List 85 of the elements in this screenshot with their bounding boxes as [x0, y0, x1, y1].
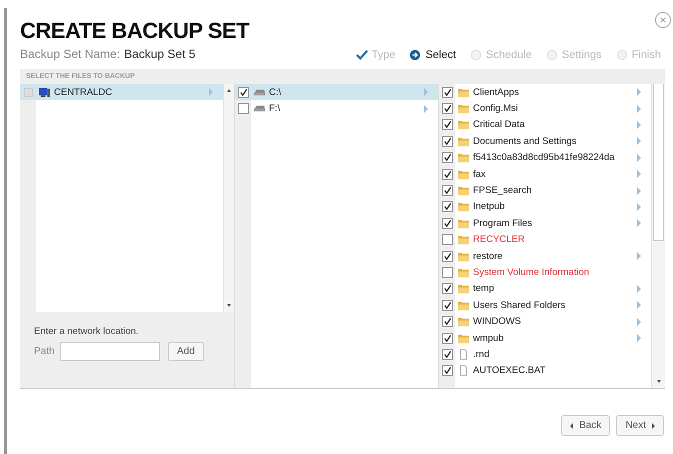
checkbox[interactable]: [442, 86, 452, 98]
file-item[interactable]: fax: [439, 166, 651, 182]
drive-item[interactable]: F:\: [235, 100, 438, 117]
folder-icon: [457, 168, 470, 180]
file-icon: [457, 348, 470, 360]
circle-icon: [470, 49, 482, 61]
checkbox[interactable]: [442, 103, 452, 114]
file-item[interactable]: f5413c0a83d8cd95b41fe98224da: [439, 150, 651, 166]
folder-icon: [457, 300, 470, 311]
wizard-step: Finish: [616, 49, 661, 61]
folder-icon: [457, 86, 470, 98]
check-icon: [356, 49, 368, 61]
wizard-step: Settings: [546, 49, 602, 61]
scrollbar[interactable]: [651, 84, 665, 388]
folder-icon: [457, 283, 470, 294]
checkbox[interactable]: [442, 365, 452, 376]
file-icon: [457, 365, 470, 376]
folder-icon: [457, 185, 470, 196]
scrollbar[interactable]: [223, 84, 234, 312]
file-item[interactable]: restore: [439, 248, 651, 264]
checkbox[interactable]: [442, 218, 452, 229]
checkbox[interactable]: [442, 136, 452, 147]
drive-icon: [253, 103, 266, 114]
arrow-circle-icon: [409, 49, 422, 61]
next-button[interactable]: Next: [616, 415, 664, 436]
back-button[interactable]: Back: [561, 415, 610, 436]
checkbox[interactable]: [442, 300, 452, 311]
computer-item[interactable]: CENTRALDC: [20, 84, 223, 100]
add-button[interactable]: Add: [168, 342, 204, 361]
folder-icon: [457, 152, 470, 164]
folder-icon: [457, 201, 470, 212]
circle-icon: [616, 49, 628, 61]
checkbox[interactable]: [442, 348, 452, 360]
checkbox[interactable]: [442, 119, 452, 130]
file-item[interactable]: Users Shared Folders: [439, 297, 651, 314]
checkbox[interactable]: [238, 86, 248, 98]
folder-icon: [457, 234, 470, 246]
dialog-title: CREATE BACKUP SET: [20, 18, 250, 44]
checkbox[interactable]: [442, 332, 452, 344]
folder-icon: [457, 218, 470, 229]
checkbox[interactable]: [442, 168, 452, 180]
checkbox[interactable]: [442, 266, 452, 278]
set-name-value: Backup Set 5: [124, 47, 196, 61]
network-prompt: Enter a network location.: [34, 326, 140, 337]
folder-icon: [457, 316, 470, 328]
file-item[interactable]: Inetpub: [439, 198, 651, 216]
file-item[interactable]: ClientApps: [439, 84, 651, 100]
file-item[interactable]: Documents and Settings: [439, 133, 651, 150]
collapse-icon: [24, 88, 32, 97]
expand-icon: [209, 88, 213, 96]
path-label: Path: [34, 346, 56, 357]
checkbox[interactable]: [442, 234, 452, 246]
checkbox[interactable]: [442, 201, 452, 212]
file-item[interactable]: WINDOWS: [439, 313, 651, 330]
file-item[interactable]: AUTOEXEC.BAT: [439, 362, 651, 380]
folder-icon: [457, 103, 470, 114]
path-field[interactable]: [60, 342, 160, 361]
set-name-label: Backup Set Name:: [20, 47, 120, 61]
computer-icon: [38, 86, 51, 98]
drive-item[interactable]: C:\: [235, 84, 438, 100]
checkbox[interactable]: [238, 103, 248, 114]
file-item[interactable]: RECYCLER: [439, 232, 651, 248]
wizard-step: Select: [409, 49, 456, 61]
folder-icon: [457, 266, 470, 278]
file-item[interactable]: System Volume Information: [439, 264, 651, 281]
file-item[interactable]: .rnd: [439, 346, 651, 363]
checkbox[interactable]: [442, 316, 452, 328]
file-item[interactable]: FPSE_search: [439, 182, 651, 199]
file-item[interactable]: Critical Data: [439, 116, 651, 134]
checkbox[interactable]: [442, 250, 452, 262]
checkbox[interactable]: [442, 283, 452, 294]
checkbox[interactable]: [442, 152, 452, 164]
wizard-step: Schedule: [470, 49, 532, 61]
file-item[interactable]: wmpub: [439, 330, 651, 346]
file-item[interactable]: temp: [439, 280, 651, 298]
file-item[interactable]: Program Files: [439, 215, 651, 232]
folder-icon: [457, 136, 470, 147]
circle-icon: [546, 49, 558, 61]
folder-icon: [457, 119, 470, 130]
file-item[interactable]: Config.Msi: [439, 100, 651, 117]
wizard-step: Type: [356, 49, 396, 61]
drive-icon: [253, 86, 266, 98]
folder-icon: [457, 332, 470, 344]
folder-icon: [457, 250, 470, 262]
checkbox[interactable]: [442, 185, 452, 196]
